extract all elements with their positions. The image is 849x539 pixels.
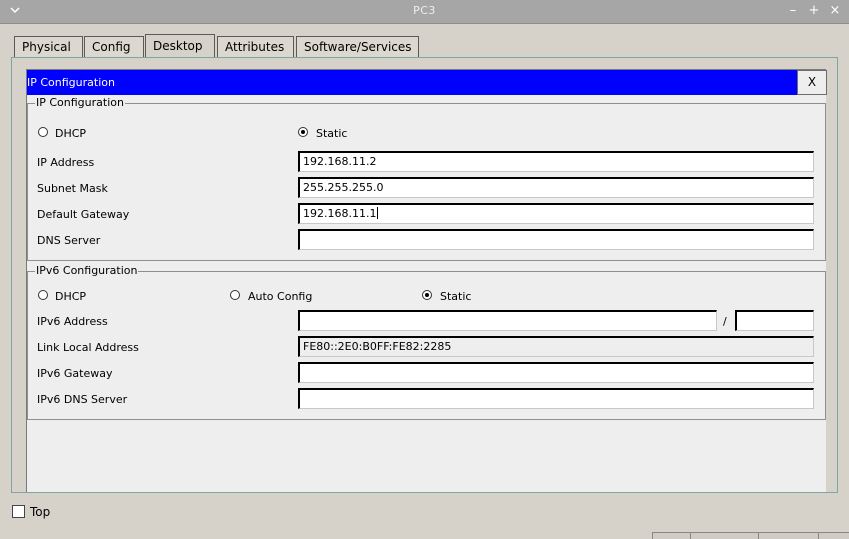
minimize-button[interactable]: – bbox=[786, 3, 800, 19]
ip-configuration-window: IP Configuration X IP Configuration DHCP… bbox=[26, 69, 827, 492]
restore-button[interactable]: + bbox=[807, 3, 821, 19]
app-title-bar: IP Configuration bbox=[27, 70, 797, 95]
ipv6-address-field[interactable] bbox=[298, 310, 717, 331]
ipv6-static-label: Static bbox=[440, 290, 472, 303]
tab-software-services[interactable]: Software/Services bbox=[296, 36, 419, 58]
dns-server-field[interactable] bbox=[298, 229, 814, 250]
window-titlebar: PC3 – + × bbox=[0, 0, 849, 24]
status-segment bbox=[690, 532, 758, 539]
ipv6-auto-config-label: Auto Config bbox=[248, 290, 313, 303]
tab-config[interactable]: Config bbox=[84, 36, 144, 58]
top-checkbox-label: Top bbox=[30, 505, 51, 519]
top-checkbox[interactable] bbox=[12, 505, 25, 518]
ipv6-address-label: IPv6 Address bbox=[37, 315, 108, 328]
ipv4-static-label: Static bbox=[316, 127, 348, 140]
ipv6-dns-server-label: IPv6 DNS Server bbox=[37, 393, 128, 406]
close-button[interactable]: × bbox=[828, 3, 842, 19]
tab-attributes[interactable]: Attributes bbox=[217, 36, 294, 58]
subnet-mask-value: 255.255.255.0 bbox=[303, 181, 384, 194]
ipv4-legend: IP Configuration bbox=[36, 96, 124, 109]
prefix-separator: / bbox=[723, 315, 727, 328]
text-cursor bbox=[377, 207, 379, 219]
tab-desktop[interactable]: Desktop bbox=[145, 34, 215, 58]
link-local-address-label: Link Local Address bbox=[37, 341, 139, 354]
ipv4-dhcp-label: DHCP bbox=[55, 127, 87, 140]
subnet-mask-label: Subnet Mask bbox=[37, 182, 108, 195]
ipv4-static-radio[interactable] bbox=[298, 127, 308, 137]
ipv6-legend: IPv6 Configuration bbox=[36, 264, 138, 277]
window-title: PC3 bbox=[413, 4, 436, 17]
status-segment bbox=[818, 532, 849, 539]
ipv6-static-radio[interactable] bbox=[422, 290, 432, 300]
ipv4-dhcp-radio[interactable] bbox=[38, 127, 48, 137]
link-local-address-value: FE80::2E0:B0FF:FE82:2285 bbox=[303, 340, 452, 353]
default-gateway-value: 192.168.11.1 bbox=[303, 207, 377, 220]
ip-address-field[interactable]: 192.168.11.2 bbox=[298, 151, 814, 172]
default-gateway-field[interactable]: 192.168.11.1 bbox=[298, 203, 814, 224]
tab-physical[interactable]: Physical bbox=[14, 36, 83, 58]
ip-address-value: 192.168.11.2 bbox=[303, 155, 377, 168]
link-local-address-field: FE80::2E0:B0FF:FE82:2285 bbox=[298, 336, 814, 357]
ip-address-label: IP Address bbox=[37, 156, 95, 169]
app-close-button[interactable]: X bbox=[797, 70, 827, 95]
ipv6-dhcp-radio[interactable] bbox=[38, 290, 48, 300]
desktop-panel: IP Configuration X IP Configuration DHCP… bbox=[11, 57, 838, 493]
ipv6-dns-server-field[interactable] bbox=[298, 388, 814, 409]
ipv6-auto-config-radio[interactable] bbox=[230, 290, 240, 300]
status-segment bbox=[652, 532, 690, 539]
ipv6-dhcp-label: DHCP bbox=[55, 290, 87, 303]
ipv6-gateway-label: IPv6 Gateway bbox=[37, 367, 113, 380]
subnet-mask-field[interactable]: 255.255.255.0 bbox=[298, 177, 814, 198]
default-gateway-label: Default Gateway bbox=[37, 208, 130, 221]
dns-server-label: DNS Server bbox=[37, 234, 101, 247]
status-segment bbox=[758, 532, 818, 539]
ipv6-prefix-field[interactable] bbox=[735, 310, 814, 331]
ipv6-gateway-field[interactable] bbox=[298, 362, 814, 383]
